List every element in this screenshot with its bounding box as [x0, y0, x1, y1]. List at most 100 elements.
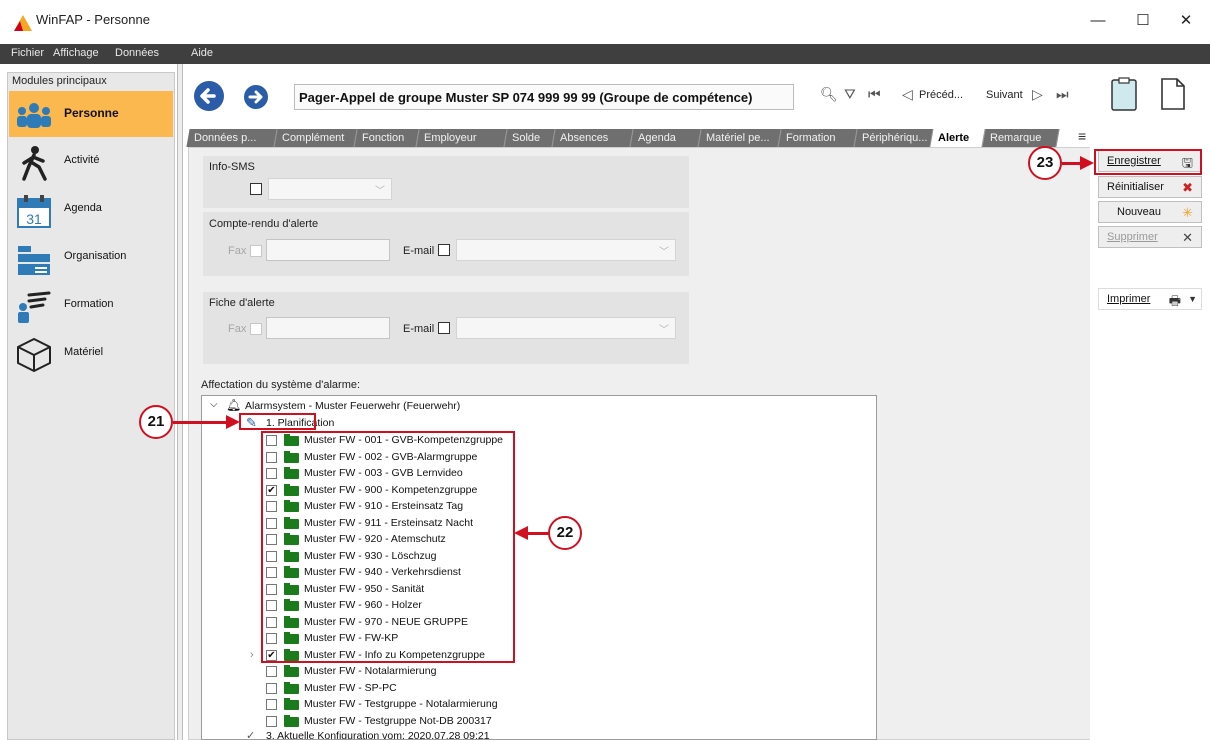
record-title: Pager-Appel de groupe Muster SP 074 999 …	[299, 90, 753, 105]
check-icon: ✓	[246, 730, 256, 740]
winfap-logo-icon	[14, 15, 32, 31]
delete-button[interactable]: Supprimer ✕	[1098, 226, 1202, 248]
callout-arrow	[173, 421, 229, 424]
tab-solde[interactable]: Solde	[504, 129, 556, 147]
tab-complement[interactable]: Complément	[274, 129, 358, 147]
group-checkbox[interactable]	[266, 715, 277, 727]
chevron-down-icon: ﹀	[659, 325, 669, 336]
tab-employeur[interactable]: Employeur	[416, 129, 508, 147]
bell-icon: 🔔︎	[226, 398, 242, 412]
group-checkbox[interactable]	[266, 699, 277, 710]
info-sms-label: Info-SMS	[209, 161, 255, 173]
fax-label: Fax	[228, 323, 247, 335]
tab-agenda[interactable]: Agenda	[630, 129, 702, 147]
calendar-day-text: 31	[26, 211, 42, 227]
tab-peripheriques[interactable]: Périphériqu...	[854, 129, 934, 147]
compte-rendu-email-checkbox[interactable]	[438, 244, 450, 256]
menu-donnees[interactable]: Données	[115, 47, 159, 59]
compte-rendu-fax-checkbox[interactable]	[250, 245, 262, 257]
sidebar-item-activite[interactable]: Activité	[9, 139, 173, 185]
record-header: Pager-Appel de groupe Muster SP 074 999 …	[184, 64, 1089, 124]
fiche-email-select[interactable]: ﹀	[456, 317, 676, 339]
compte-rendu-email-select[interactable]: ﹀	[456, 239, 676, 261]
group-label: Muster FW - Testgruppe Not-DB 200317	[304, 714, 492, 727]
fiche-fax-field[interactable]	[266, 317, 390, 339]
callout-arrow	[1062, 162, 1082, 165]
next-button[interactable]: Suivant	[986, 89, 1023, 101]
sidebar-item-label: Activité	[64, 154, 100, 166]
box-icon	[17, 338, 51, 372]
fiche-fax-checkbox[interactable]	[250, 323, 262, 335]
folder-icon	[284, 714, 299, 727]
next-icon[interactable]: ▷	[1032, 86, 1043, 103]
sidebar-item-formation[interactable]: Formation	[9, 283, 173, 329]
highlight-planification	[239, 413, 316, 430]
organization-icon	[18, 246, 50, 275]
back-button[interactable]	[194, 81, 224, 111]
calendar-icon: 31	[17, 195, 51, 228]
fax-label: Fax	[228, 245, 247, 257]
previous-button[interactable]: Précéd...	[919, 89, 963, 101]
sidebar-item-label: Personne	[64, 106, 119, 120]
search-icon[interactable]: 🔍︎	[820, 86, 838, 103]
sidebar-item-label: Agenda	[64, 202, 102, 214]
arrow-left-icon	[200, 88, 216, 104]
tree-config-label: 3. Aktuelle Konfiguration vom: 2020.07.2…	[266, 730, 490, 740]
folder-icon	[284, 665, 299, 677]
sparkle-icon: ✳	[1182, 205, 1193, 220]
highlight-group-list	[261, 431, 515, 663]
sidebar-item-label: Matériel	[64, 346, 104, 358]
tab-absences[interactable]: Absences	[552, 129, 634, 147]
dropdown-arrow-icon[interactable]: ▼	[1188, 294, 1197, 304]
splitter[interactable]	[177, 64, 183, 740]
minimize-button[interactable]: —	[1075, 10, 1121, 34]
menu-aide[interactable]: Aide	[191, 47, 213, 59]
sidebar-item-personne[interactable]: Personne	[9, 91, 173, 137]
sidebar-title: Modules principaux	[12, 75, 107, 87]
info-sms-checkbox[interactable]	[250, 183, 262, 195]
info-sms-select[interactable]: ﹀	[268, 178, 392, 200]
group-checkbox[interactable]	[266, 666, 277, 677]
maximize-button[interactable]: ☐	[1120, 10, 1166, 34]
folder-icon	[284, 681, 299, 694]
menu-affichage[interactable]: Affichage	[53, 47, 99, 59]
forward-button[interactable]	[244, 85, 268, 109]
last-record-icon[interactable]: ⏭︎	[1056, 86, 1069, 103]
sidebar-item-agenda[interactable]: 31 Agenda	[9, 187, 173, 233]
chevron-down-icon[interactable]: ⌵	[210, 399, 218, 410]
menu-fichier[interactable]: Fichier	[11, 47, 44, 59]
chevron-right-icon[interactable]: ›	[250, 649, 254, 661]
arrow-right-icon	[226, 415, 240, 429]
tab-materiel-personnel[interactable]: Matériel pe...	[698, 129, 782, 147]
folder-icon	[284, 698, 299, 710]
compte-rendu-fax-field[interactable]	[266, 239, 390, 261]
tab-alerte[interactable]: Alerte	[930, 129, 986, 147]
sidebar-item-label: Organisation	[64, 250, 127, 262]
fiche-alerte-label: Fiche d'alerte	[209, 297, 275, 309]
email-label: E-mail	[403, 323, 435, 335]
callout-21: 21	[139, 405, 173, 439]
print-button[interactable]: Imprimer 🖶 ▼	[1098, 288, 1202, 310]
previous-icon[interactable]: ◁	[902, 86, 913, 103]
tab-formation[interactable]: Formation	[778, 129, 858, 147]
new-document-icon[interactable]	[1160, 78, 1186, 110]
close-button[interactable]: ✕	[1163, 10, 1209, 34]
tab-bar: Données p... Complément Fonction Employe…	[186, 128, 1092, 147]
tab-fonction[interactable]: Fonction	[354, 129, 420, 147]
tab-donnees-personnelles[interactable]: Données p...	[186, 129, 278, 147]
menu-bar: Fichier Affichage Données Aide	[0, 44, 1210, 64]
reset-button[interactable]: Réinitialiser ✖	[1098, 176, 1202, 198]
filter-icon[interactable]: ⛛	[844, 86, 856, 103]
tab-remarque[interactable]: Remarque	[982, 129, 1060, 147]
group-label: Muster FW - Notalarmierung	[304, 665, 437, 677]
callout-23: 23	[1028, 146, 1062, 180]
fiche-email-checkbox[interactable]	[438, 322, 450, 334]
clipboard-icon[interactable]	[1111, 77, 1137, 111]
arrow-left-icon	[514, 526, 528, 540]
new-button[interactable]: Nouveau ✳	[1098, 201, 1202, 223]
sidebar-item-organisation[interactable]: Organisation	[9, 235, 173, 281]
more-tabs-icon[interactable]: ≡	[1078, 128, 1086, 144]
group-checkbox[interactable]	[266, 682, 277, 694]
sidebar-item-materiel[interactable]: Matériel	[9, 331, 173, 377]
first-record-icon[interactable]: ⏮︎	[868, 86, 881, 103]
